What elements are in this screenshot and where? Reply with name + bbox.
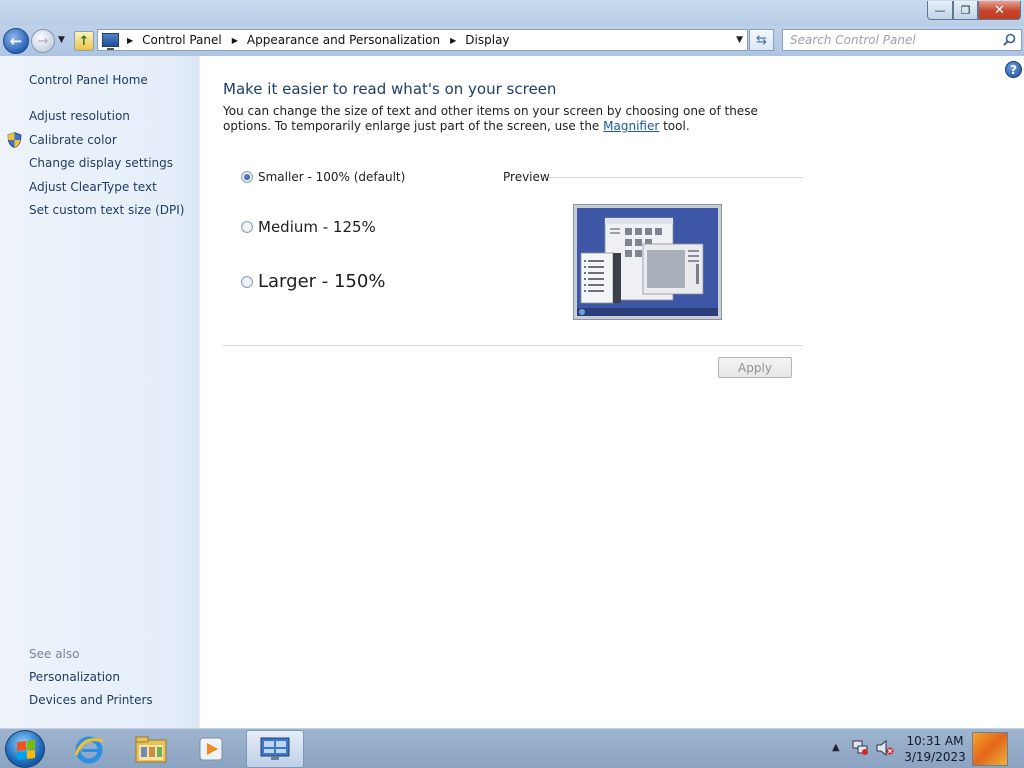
- preview-divider: [549, 177, 803, 178]
- clock-date: 3/19/2023: [904, 750, 966, 764]
- back-arrow-icon: ←: [9, 32, 23, 50]
- forward-arrow-icon: →: [37, 33, 49, 49]
- volume-muted-icon[interactable]: [876, 740, 894, 756]
- media-player-icon: [199, 737, 223, 761]
- option-medium[interactable]: Medium - 125%: [241, 218, 376, 236]
- taskbar-control-panel[interactable]: [246, 730, 304, 768]
- option-larger[interactable]: Larger - 150%: [241, 271, 385, 292]
- maximize-button[interactable]: ❐: [953, 1, 978, 20]
- adjust-cleartype-link[interactable]: Adjust ClearType text: [29, 180, 184, 204]
- window-content: Control Panel Home Adjust resolution Cal…: [0, 56, 1024, 728]
- personalization-link[interactable]: Personalization: [29, 670, 153, 693]
- window-controls: — ❐ ✕: [927, 1, 1021, 20]
- show-hidden-icons-button[interactable]: ▲: [832, 742, 840, 753]
- navigation-bar: ← → ▼ ↑ ▶ Control Panel ▶ Appearance and…: [0, 26, 1024, 56]
- window-title-bar: — ❐ ✕: [0, 0, 1024, 26]
- up-arrow-icon: ↑: [78, 33, 90, 49]
- task-pane: Control Panel Home Adjust resolution Cal…: [0, 56, 200, 728]
- taskbar-internet-explorer[interactable]: [60, 730, 118, 768]
- folder-icon: [135, 736, 167, 763]
- preview-label: Preview: [503, 170, 550, 184]
- internet-explorer-icon: [74, 736, 104, 764]
- back-button[interactable]: ←: [3, 28, 29, 54]
- radio-medium[interactable]: [241, 221, 253, 233]
- search-box[interactable]: [782, 29, 1022, 51]
- devices-and-printers-link[interactable]: Devices and Printers: [29, 693, 153, 716]
- control-panel-icon: [260, 737, 290, 760]
- breadcrumb-separator-icon[interactable]: ▶: [127, 36, 133, 45]
- windows-logo-icon: [17, 740, 35, 760]
- system-clock[interactable]: 10:31 AM 3/19/2023: [904, 733, 966, 765]
- search-icon[interactable]: [1003, 33, 1016, 46]
- page-title: Make it easier to read what's on your sc…: [223, 80, 557, 98]
- section-divider: [223, 345, 803, 346]
- calibrate-color-link[interactable]: Calibrate color: [7, 131, 184, 157]
- up-folder-button[interactable]: ↑: [74, 31, 94, 51]
- control-panel-icon: [102, 33, 119, 50]
- address-bar[interactable]: ▶ Control Panel ▶ Appearance and Persona…: [97, 29, 748, 51]
- refresh-button[interactable]: ⇆: [749, 29, 774, 51]
- close-button[interactable]: ✕: [978, 1, 1021, 20]
- page-description: You can change the size of text and othe…: [223, 104, 783, 134]
- start-button[interactable]: [5, 730, 45, 768]
- breadcrumb-separator-icon[interactable]: ▶: [450, 36, 456, 45]
- help-icon[interactable]: ?: [1005, 61, 1022, 78]
- calibrate-color-label: Calibrate color: [29, 132, 117, 147]
- breadcrumb-control-panel[interactable]: Control Panel: [142, 33, 222, 47]
- address-dropdown-icon[interactable]: ▼: [736, 35, 743, 45]
- clock-time: 10:31 AM: [906, 734, 964, 748]
- control-panel-home-link[interactable]: Control Panel Home: [29, 73, 148, 87]
- desktop-preview-icon: [577, 208, 718, 316]
- recent-pages-dropdown[interactable]: ▼: [58, 35, 65, 45]
- search-input[interactable]: [790, 33, 990, 47]
- breadcrumb-separator-icon[interactable]: ▶: [232, 36, 238, 45]
- magnifier-link[interactable]: Magnifier: [603, 119, 659, 133]
- see-also-heading: See also: [29, 647, 80, 661]
- breadcrumb-display[interactable]: Display: [465, 33, 509, 47]
- taskbar-media-player[interactable]: [182, 730, 240, 768]
- forward-button[interactable]: →: [31, 29, 55, 53]
- option-smaller-label: Smaller - 100% (default): [258, 170, 406, 184]
- breadcrumb-appearance[interactable]: Appearance and Personalization: [247, 33, 440, 47]
- refresh-icon: ⇆: [756, 32, 767, 48]
- option-smaller[interactable]: Smaller - 100% (default): [241, 170, 405, 184]
- taskbar: ▲ 10:31 AM 3/19/2023: [0, 728, 1024, 768]
- custom-text-size-link[interactable]: Set custom text size (DPI): [29, 203, 184, 227]
- change-display-settings-link[interactable]: Change display settings: [29, 156, 184, 180]
- network-icon[interactable]: [852, 740, 869, 755]
- taskbar-windows-explorer[interactable]: [122, 730, 180, 768]
- option-medium-label: Medium - 125%: [258, 218, 376, 236]
- see-also-links: Personalization Devices and Printers: [29, 670, 153, 716]
- shield-icon: [7, 131, 22, 148]
- minimize-button[interactable]: —: [927, 1, 953, 20]
- task-links: Adjust resolution Calibrate color Change…: [7, 109, 184, 227]
- description-tail: tool.: [659, 119, 690, 133]
- radio-smaller[interactable]: [241, 171, 253, 183]
- radio-larger[interactable]: [241, 275, 253, 288]
- apply-button[interactable]: Apply: [718, 357, 792, 378]
- preview-image: [573, 204, 722, 320]
- adjust-resolution-link[interactable]: Adjust resolution: [29, 109, 184, 133]
- show-desktop-button[interactable]: [972, 732, 1008, 766]
- option-larger-label: Larger - 150%: [258, 271, 386, 292]
